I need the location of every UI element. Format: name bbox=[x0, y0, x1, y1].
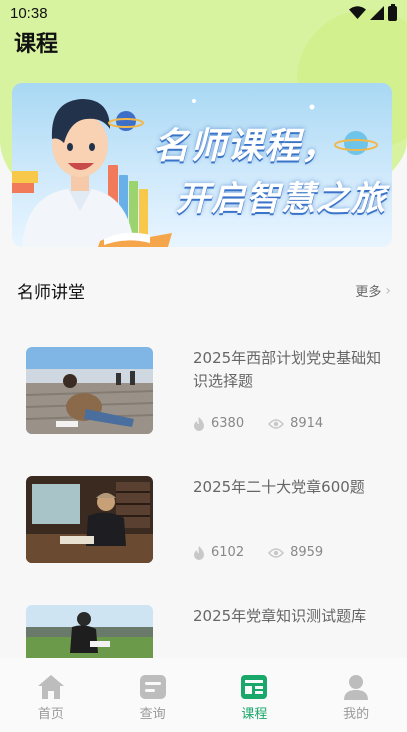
hot-count: 6380 bbox=[211, 416, 245, 431]
tab-label: 查询 bbox=[139, 707, 166, 722]
view-count: 8914 bbox=[290, 416, 324, 431]
eye-icon bbox=[268, 418, 285, 429]
banner[interactable]: 名师课程， 开启智慧之旅 bbox=[12, 83, 392, 247]
page-title: 课程 bbox=[14, 32, 59, 57]
tab-label: 首页 bbox=[37, 707, 64, 722]
status-bar: 10:38 bbox=[0, 0, 407, 26]
views-stat: 8914 bbox=[268, 416, 323, 431]
wifi-icon bbox=[349, 6, 366, 19]
section-header: 名师讲堂 更多 › bbox=[17, 278, 391, 304]
section-title: 名师讲堂 bbox=[17, 283, 85, 303]
course-item[interactable]: 2025年党章知识测试题库 bbox=[0, 588, 407, 658]
chevron-right-icon: › bbox=[385, 282, 391, 299]
tab-query[interactable]: 查询 bbox=[102, 658, 204, 732]
course-title: 2025年西部计划党史基础知识选择题 bbox=[193, 349, 382, 390]
course-icon bbox=[241, 675, 268, 699]
course-item[interactable]: 2025年二十大党章600题 6102 8959 bbox=[0, 459, 407, 563]
course-title: 2025年二十大党章600题 bbox=[193, 478, 365, 496]
search-doc-icon bbox=[139, 675, 166, 699]
more-label: 更多 bbox=[355, 285, 382, 300]
home-icon bbox=[37, 675, 64, 699]
status-time: 10:38 bbox=[10, 4, 48, 22]
views-stat: 8959 bbox=[268, 545, 323, 560]
course-thumbnail bbox=[26, 476, 153, 563]
course-thumbnail bbox=[26, 347, 153, 434]
eye-icon bbox=[268, 547, 285, 558]
hot-stat: 6380 bbox=[193, 416, 244, 431]
course-stats: 6102 8959 bbox=[193, 545, 347, 560]
cellular-signal-icon bbox=[370, 6, 384, 20]
flame-icon bbox=[194, 416, 204, 431]
banner-subheadline: 开启智慧之旅 bbox=[176, 179, 386, 219]
bottom-tab-bar: 首页 查询 课程 我的 bbox=[0, 658, 407, 732]
hot-count: 6102 bbox=[211, 545, 245, 560]
tab-home[interactable]: 首页 bbox=[0, 658, 102, 732]
hot-stat: 6102 bbox=[193, 545, 244, 560]
course-item[interactable]: 2025年西部计划党史基础知识选择题 6380 8914 bbox=[0, 330, 407, 434]
battery-icon bbox=[388, 3, 397, 21]
flame-icon bbox=[194, 545, 204, 560]
tab-course[interactable]: 课程 bbox=[204, 658, 306, 732]
banner-headline: 名师课程， bbox=[152, 126, 338, 167]
course-title: 2025年党章知识测试题库 bbox=[193, 607, 367, 625]
view-count: 8959 bbox=[290, 545, 324, 560]
more-link[interactable]: 更多 › bbox=[355, 281, 391, 301]
course-thumbnail bbox=[26, 605, 153, 658]
course-list: 2025年西部计划党史基础知识选择题 6380 8914 2025年二十大党章6… bbox=[0, 330, 407, 658]
tab-mine[interactable]: 我的 bbox=[305, 658, 407, 732]
tab-label: 我的 bbox=[343, 707, 370, 722]
course-stats: 6380 8914 bbox=[193, 416, 347, 431]
tab-label: 课程 bbox=[241, 707, 268, 722]
user-icon bbox=[344, 675, 369, 700]
system-icons bbox=[349, 3, 397, 21]
